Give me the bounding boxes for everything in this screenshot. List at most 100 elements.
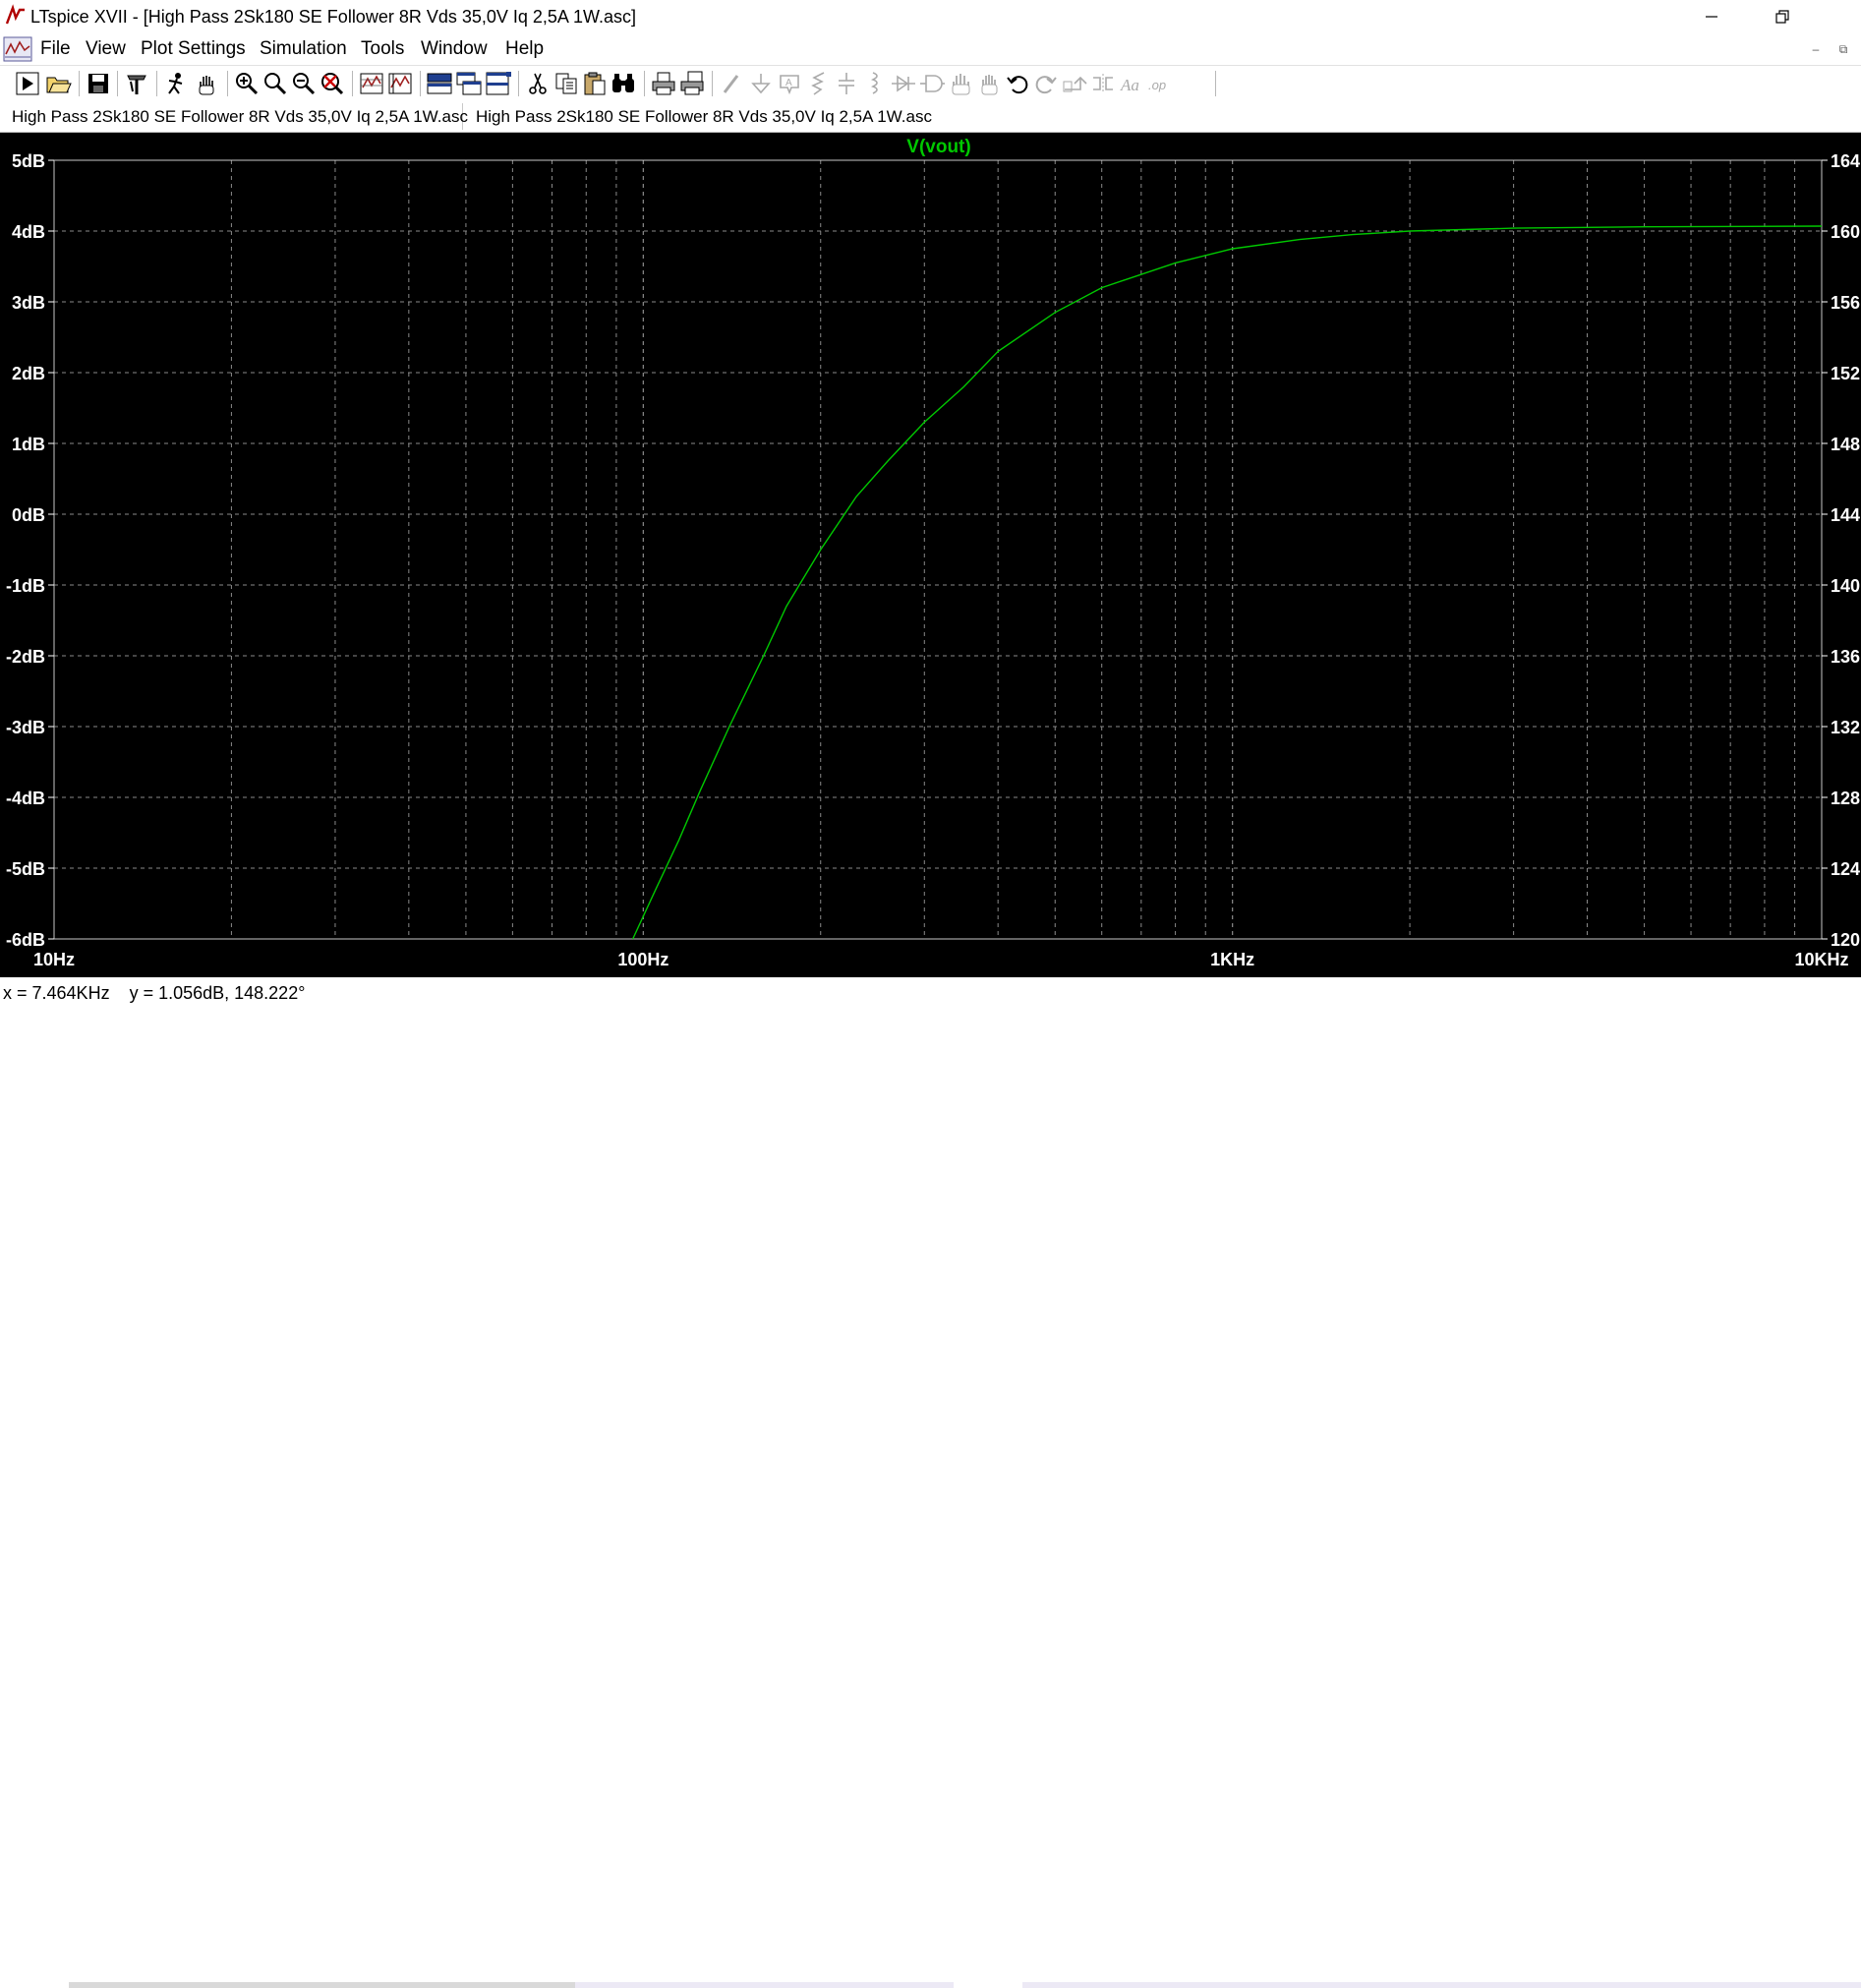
find-icon[interactable] (610, 70, 637, 97)
copy-icon[interactable] (552, 70, 580, 97)
y2-tick-label: 148 (1831, 435, 1860, 454)
trace-layer (633, 226, 1822, 939)
open-icon[interactable] (44, 70, 72, 97)
zoom-out-icon[interactable] (290, 70, 318, 97)
mdi-restore-button[interactable]: ⧉ (1832, 42, 1854, 58)
y2-tick-label: 120 (1831, 930, 1860, 950)
toolbar-separator (79, 71, 80, 96)
y2-tick-label: 128 (1831, 789, 1860, 808)
grid-layer (54, 160, 1822, 939)
menu-view[interactable]: View (86, 38, 126, 60)
bode-plot-chart[interactable]: 5dB4dB3dB2dB1dB0dB-1dB-2dB-3dB-4dB-5dB-6… (0, 133, 1861, 977)
status-strip-decoration (0, 1982, 1861, 1988)
redo-icon[interactable] (1032, 70, 1060, 97)
toolbar-separator (712, 71, 713, 96)
menu-plot-settings[interactable]: Plot Settings (141, 38, 246, 60)
menu-bar: File View Plot Settings Simulation Tools… (0, 33, 1861, 65)
y2-tick-label: 124 (1831, 859, 1860, 879)
x-tick-label: 10Hz (33, 950, 75, 969)
menu-window[interactable]: Window (421, 38, 488, 60)
title-bar: LTspice XVII - [High Pass 2Sk180 SE Foll… (0, 0, 1861, 33)
spice-directive-icon[interactable]: .op (1146, 70, 1174, 97)
zoom-area-icon[interactable] (262, 70, 289, 97)
toolbar: A Aa .op (0, 65, 1861, 102)
tile-icon[interactable] (386, 70, 414, 97)
y-tick-label: -4dB (6, 789, 45, 808)
y2-tick-label: 164 (1831, 151, 1860, 171)
tile-vertical-icon[interactable] (485, 70, 512, 97)
resistor-icon[interactable] (804, 70, 832, 97)
print-icon[interactable] (650, 70, 677, 97)
toolbar-separator (352, 71, 353, 96)
y-tick-label: 2dB (12, 364, 45, 383)
label-icon[interactable]: A (776, 70, 803, 97)
y2-tick-label: 136 (1831, 647, 1860, 667)
zoom-cancel-icon[interactable] (319, 70, 346, 97)
toolbar-separator (1215, 71, 1216, 96)
text-icon[interactable]: Aa (1118, 70, 1145, 97)
ltspice-app-icon[interactable] (4, 4, 28, 28)
plot-frame (54, 160, 1822, 939)
halt-icon[interactable] (162, 70, 190, 97)
mirror-icon[interactable] (1089, 70, 1117, 97)
y2-tick-label: 152 (1831, 364, 1860, 383)
wire-icon[interactable] (719, 70, 746, 97)
mdi-minimize-button[interactable]: – (1805, 42, 1827, 58)
rotate-icon[interactable] (1061, 70, 1088, 97)
y-tick-label: -3dB (6, 718, 45, 737)
y-tick-label: 5dB (12, 151, 45, 171)
svg-text:A: A (785, 78, 792, 88)
menu-help[interactable]: Help (505, 38, 544, 60)
y-tick-label: -6dB (6, 930, 45, 950)
capacitor-icon[interactable] (833, 70, 860, 97)
toolbar-separator (518, 71, 519, 96)
y2-tick-label: 160 (1831, 222, 1860, 242)
x-tick-label: 100Hz (617, 950, 669, 969)
restore-button[interactable] (1747, 0, 1818, 33)
series-line-vout (633, 226, 1822, 939)
pan-icon[interactable] (193, 70, 220, 97)
print-preview-icon[interactable] (678, 70, 706, 97)
undo-icon[interactable] (1004, 70, 1031, 97)
waveform-plot-pane[interactable]: 5dB4dB3dB2dB1dB0dB-1dB-2dB-3dB-4dB-5dB-6… (0, 133, 1861, 977)
control-panel-icon[interactable] (123, 70, 150, 97)
minimize-button[interactable] (1676, 0, 1747, 33)
cascade-icon[interactable] (426, 70, 453, 97)
zoom-in-icon[interactable] (233, 70, 261, 97)
save-icon[interactable] (85, 70, 112, 97)
status-bar: x = 7.464KHz y = 1.056dB, 148.222° (0, 978, 1861, 1010)
y-tick-label: -5dB (6, 859, 45, 879)
autorange-icon[interactable] (358, 70, 385, 97)
menu-file[interactable]: File (40, 38, 71, 60)
minimize-icon (1705, 10, 1718, 24)
component-icon[interactable] (918, 70, 946, 97)
ground-icon[interactable] (747, 70, 775, 97)
document-tab-strip: High Pass 2Sk180 SE Follower 8R Vds 35,0… (0, 101, 1861, 133)
waveform-window-icon[interactable] (3, 36, 32, 62)
y-tick-label: 4dB (12, 222, 45, 242)
y2-tick-label: 156 (1831, 293, 1860, 313)
diode-icon[interactable] (890, 70, 917, 97)
drag-icon[interactable] (975, 70, 1003, 97)
toolbar-separator (156, 71, 157, 96)
x-tick-label: 10KHz (1794, 950, 1848, 969)
y-tick-label: -2dB (6, 647, 45, 667)
trace-title[interactable]: V(vout) (906, 137, 970, 157)
menu-simulation[interactable]: Simulation (260, 38, 347, 60)
move-icon[interactable] (947, 70, 974, 97)
tab-schematic[interactable]: High Pass 2Sk180 SE Follower 8R Vds 35,0… (464, 103, 926, 130)
tab-waveform-label: High Pass 2Sk180 SE Follower 8R Vds 35,0… (12, 107, 468, 127)
y-tick-label: 0dB (12, 505, 45, 525)
toolbar-separator (644, 71, 645, 96)
inductor-icon[interactable] (861, 70, 889, 97)
tile-horizontal-icon[interactable] (455, 70, 483, 97)
window-title: LTspice XVII - [High Pass 2Sk180 SE Foll… (30, 7, 636, 28)
y-tick-label: 1dB (12, 435, 45, 454)
cursor-readout: x = 7.464KHz y = 1.056dB, 148.222° (3, 983, 305, 1004)
paste-icon[interactable] (581, 70, 609, 97)
cut-icon[interactable] (524, 70, 552, 97)
tab-waveform[interactable]: High Pass 2Sk180 SE Follower 8R Vds 35,0… (0, 103, 463, 130)
svg-text:.op: .op (1148, 78, 1166, 92)
menu-tools[interactable]: Tools (361, 38, 404, 60)
run-icon[interactable] (14, 70, 41, 97)
